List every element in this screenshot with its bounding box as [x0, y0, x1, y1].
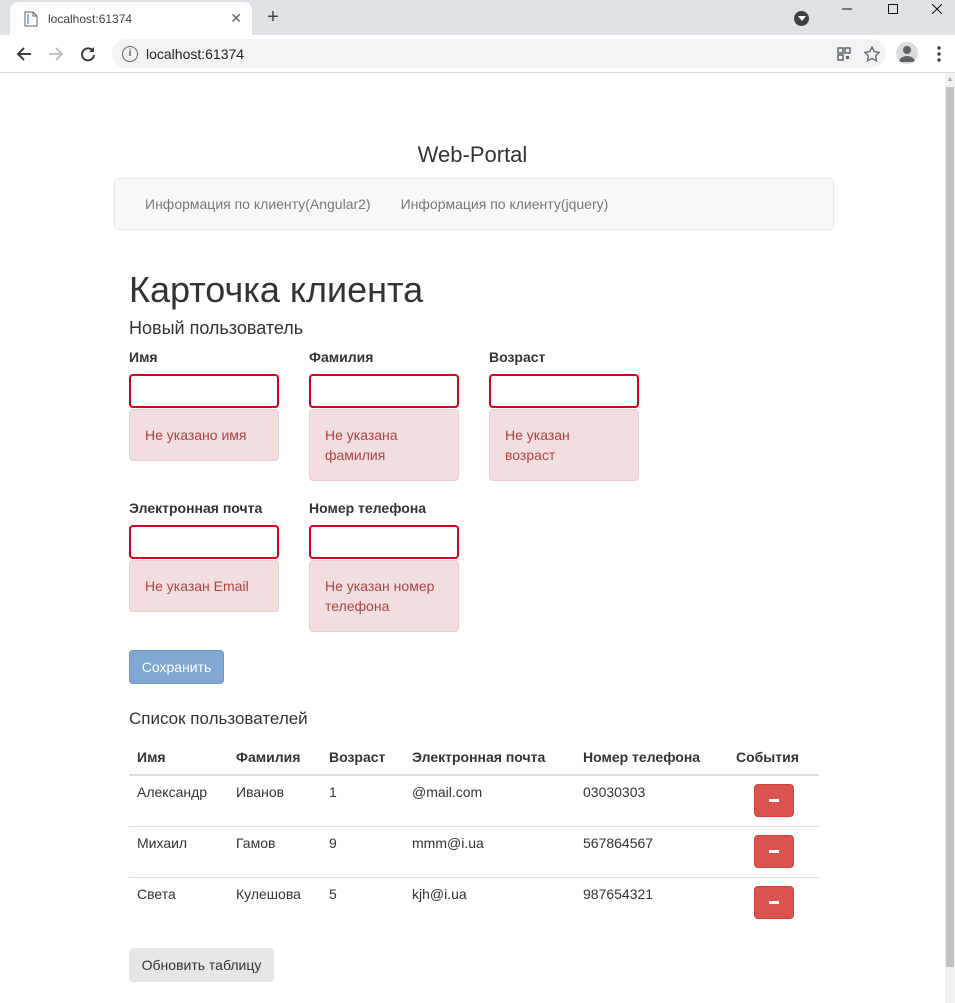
first-name-label: Имя — [129, 349, 158, 365]
new-tab-button[interactable]: + — [263, 6, 283, 28]
browser-menu-icon[interactable] — [930, 41, 948, 67]
minus-icon — [768, 799, 779, 802]
scroll-up-icon[interactable]: ▲ — [946, 76, 954, 84]
table-row: Александр Иванов 1 @mail.com 03030303 — [129, 774, 819, 826]
table-row: Михаил Гамов 9 mmm@i.ua 567864567 — [129, 825, 819, 877]
column-header-age: Возраст — [321, 739, 404, 776]
users-table: Имя Фамилия Возраст Электронная почта Но… — [129, 739, 819, 928]
close-icon[interactable]: ✕ — [230, 10, 242, 27]
cell-phone: 987654321 — [575, 876, 728, 928]
minus-icon — [768, 900, 779, 904]
cell-age: 9 — [321, 825, 404, 877]
column-header-last-name: Фамилия — [228, 739, 321, 776]
cell-last-name: Кулешова — [228, 876, 321, 928]
info-icon[interactable]: i — [122, 45, 138, 62]
cell-email: kjh@i.ua — [404, 876, 575, 928]
users-list-title: Список пользователей — [129, 709, 308, 728]
minimize-icon[interactable] — [824, 0, 870, 18]
last-name-error: Не указана фамилия — [309, 409, 459, 481]
refresh-table-button[interactable]: Обновить таблицу — [129, 948, 274, 982]
phone-label: Номер телефона — [309, 500, 427, 516]
nav-link-angular[interactable]: Информация по клиенту(Angular2) — [130, 196, 386, 212]
age-error: Не указан возраст — [489, 409, 639, 481]
window-close-icon[interactable] — [914, 0, 955, 18]
qr-code-icon[interactable] — [830, 40, 858, 68]
cell-email: mmm@i.ua — [404, 825, 575, 877]
address-bar[interactable]: i localhost:61374 — [112, 39, 886, 68]
phone-group: Номер телефона Не указан номер телефона — [309, 500, 459, 632]
cell-events — [728, 876, 819, 928]
email-label: Электронная почта — [129, 500, 263, 516]
cell-age: 1 — [321, 774, 404, 826]
email-group: Электронная почта Не указан Email — [129, 500, 279, 612]
column-header-email: Электронная почта — [404, 739, 575, 776]
cell-phone: 03030303 — [575, 774, 728, 826]
column-header-first-name: Имя — [129, 739, 228, 776]
last-name-label: Фамилия — [309, 349, 374, 365]
browser-tab[interactable]: localhost:61374 ✕ — [10, 2, 252, 35]
site-title: Web-Portal — [417, 142, 528, 167]
page-icon — [24, 11, 38, 26]
url-text: localhost:61374 — [146, 45, 245, 62]
back-icon[interactable] — [12, 42, 36, 66]
browser-tab-strip: localhost:61374 ✕ + — [0, 0, 955, 35]
forward-icon[interactable] — [44, 42, 68, 66]
nav-link-jquery[interactable]: Информация по клиенту(jquery) — [386, 196, 624, 212]
cell-first-name: Михаил — [129, 825, 228, 877]
last-name-field[interactable] — [309, 374, 459, 408]
table-row: Света Кулешова 5 kjh@i.ua 987654321 — [129, 876, 819, 928]
phone-field[interactable] — [309, 525, 459, 559]
tab-title: localhost:61374 — [48, 11, 133, 26]
first-name-field[interactable] — [129, 374, 279, 408]
delete-user-button[interactable] — [753, 885, 794, 919]
vertical-scrollbar[interactable]: ▲ — [945, 73, 955, 1003]
first-name-group: Имя Не указано имя — [129, 349, 279, 461]
cell-email: @mail.com — [404, 774, 575, 826]
minus-icon — [768, 849, 779, 853]
age-group: Возраст Не указан возраст — [489, 349, 639, 481]
cell-last-name: Гамов — [228, 825, 321, 877]
delete-user-button[interactable] — [753, 834, 794, 868]
delete-user-button[interactable] — [753, 784, 794, 817]
first-name-error: Не указано имя — [129, 409, 279, 461]
table-header-row: Имя Фамилия Возраст Электронная почта Но… — [129, 739, 819, 776]
cell-age: 5 — [321, 876, 404, 928]
cell-last-name: Иванов — [228, 774, 321, 826]
form-subtitle: Новый пользователь — [129, 318, 304, 338]
scrollbar-thumb[interactable] — [946, 87, 954, 967]
cell-events — [728, 825, 819, 877]
reload-icon[interactable] — [76, 42, 100, 66]
column-header-events: События — [728, 739, 819, 776]
cell-first-name: Александр — [129, 774, 228, 826]
age-label: Возраст — [489, 349, 546, 365]
tab-search-icon[interactable] — [794, 11, 809, 26]
phone-error: Не указан номер телефона — [309, 560, 459, 632]
bookmark-star-icon[interactable] — [858, 40, 886, 68]
cell-first-name: Света — [129, 876, 228, 928]
maximize-icon[interactable] — [870, 0, 916, 18]
profile-avatar-icon[interactable] — [896, 42, 918, 64]
email-field[interactable] — [129, 525, 279, 559]
email-error: Не указан Email — [129, 560, 279, 612]
page-viewport: Web-Portal Информация по клиенту(Angular… — [0, 73, 945, 1003]
column-header-phone: Номер телефона — [575, 739, 728, 776]
last-name-group: Фамилия Не указана фамилия — [309, 349, 459, 481]
navbar: Информация по клиенту(Angular2) Информац… — [114, 178, 834, 230]
cell-phone: 567864567 — [575, 825, 728, 877]
save-button[interactable]: Сохранить — [129, 650, 224, 684]
browser-toolbar: i localhost:61374 — [0, 35, 955, 73]
page-title: Карточка клиента — [129, 269, 424, 310]
cell-events — [728, 774, 819, 826]
age-field[interactable] — [489, 374, 639, 408]
